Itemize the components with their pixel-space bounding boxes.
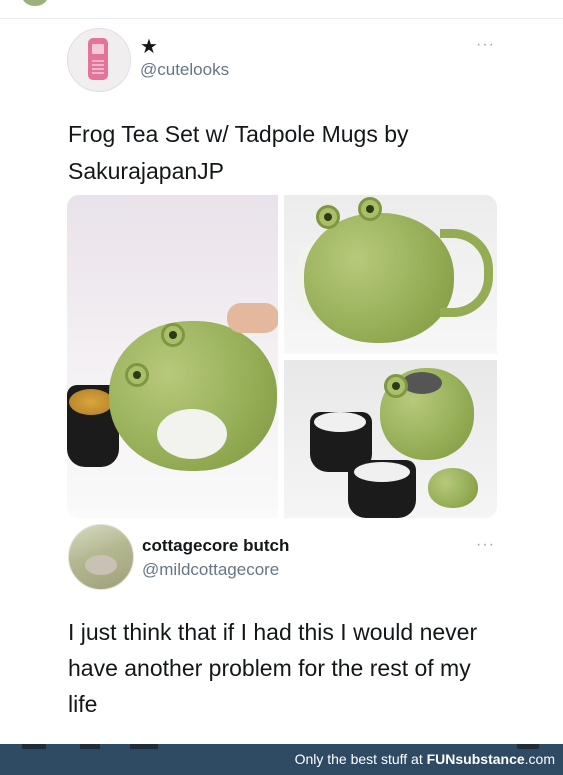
- media-grid[interactable]: [67, 195, 497, 518]
- photo-frog-teapot-set[interactable]: [284, 360, 497, 518]
- tweet-text: I just think that if I had this I would …: [68, 619, 478, 717]
- avatar[interactable]: [67, 28, 131, 92]
- watermark-tagline: Only the best stuff at: [294, 751, 427, 767]
- author-handle[interactable]: @cutelooks: [140, 60, 229, 80]
- previous-tweet-strip: [0, 0, 563, 19]
- author-name[interactable]: cottagecore butch: [142, 536, 289, 556]
- watermark-suffix: .com: [524, 751, 555, 767]
- photo-frog-teapot-side[interactable]: [284, 195, 497, 354]
- star-icon: ★: [140, 36, 158, 58]
- author-handle[interactable]: @mildcottagecore: [142, 560, 279, 580]
- tweet-text: Frog Tea Set w/ Tadpole Mugs by Sakuraja…: [68, 121, 409, 184]
- avatar[interactable]: [68, 524, 134, 590]
- photo-frog-teapot-front[interactable]: [67, 195, 278, 518]
- pink-phone-icon: [88, 38, 108, 80]
- more-options-icon[interactable]: ···: [476, 536, 495, 554]
- previous-avatar: [22, 0, 48, 6]
- more-options-icon[interactable]: ···: [476, 36, 495, 54]
- watermark-footer: Only the best stuff at FUNsubstance.com: [0, 744, 563, 775]
- watermark-text: Only the best stuff at FUNsubstance.com: [295, 751, 555, 767]
- watermark-brand: FUNsubstance: [426, 751, 525, 767]
- bird-icon: [85, 555, 117, 575]
